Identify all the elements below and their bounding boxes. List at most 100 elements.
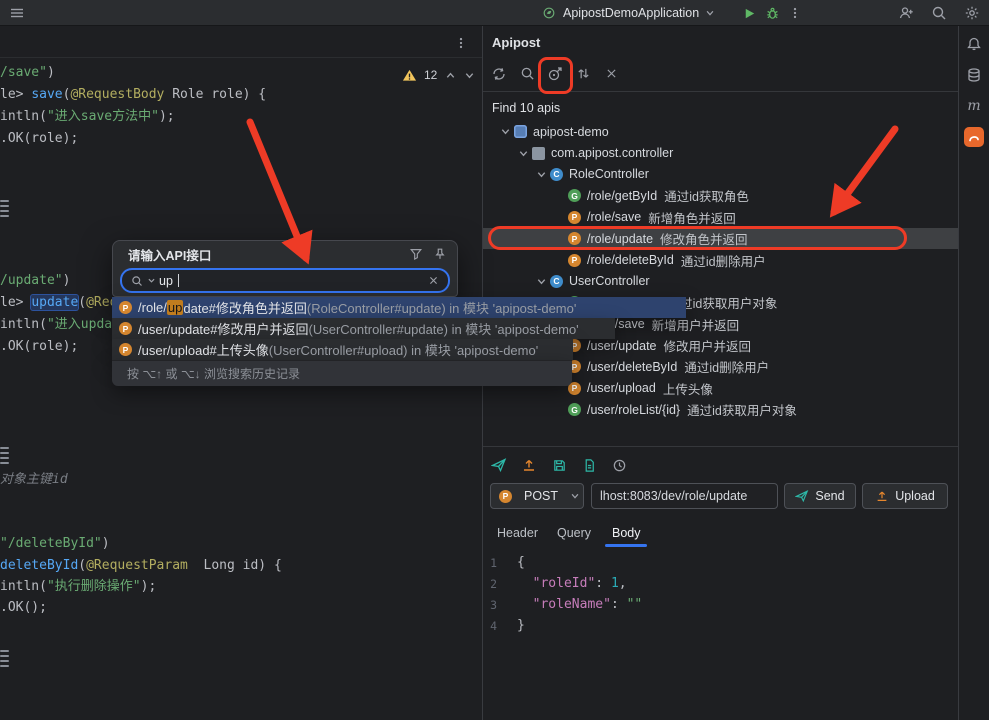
fold-marker[interactable]: [0, 200, 9, 220]
request-bar: P POST Send Upload: [483, 483, 958, 509]
tab-body[interactable]: Body: [612, 526, 641, 540]
chevron-down-icon[interactable]: [147, 272, 155, 290]
document-icon[interactable]: [581, 457, 597, 473]
tree-row-RoleController[interactable]: C RoleController: [483, 164, 958, 185]
chevron-up-icon[interactable]: [444, 66, 456, 84]
url-input[interactable]: [600, 489, 769, 503]
upload-button[interactable]: Upload: [862, 483, 948, 509]
search-result[interactable]: P/user/upload#上传头像 (UserController#uploa…: [112, 339, 573, 360]
history-icon[interactable]: [611, 457, 627, 473]
chevron-down-icon[interactable]: [533, 169, 550, 180]
code-line: 对象主键id: [0, 472, 68, 487]
line-number: 4: [490, 619, 497, 633]
debug-button[interactable]: [763, 4, 781, 22]
api-path: RoleController: [569, 167, 649, 182]
inspections-widget[interactable]: 12: [402, 66, 475, 84]
search-result[interactable]: P/user/update#修改用户并返回 (UserController#up…: [112, 318, 615, 339]
tab-query[interactable]: Query: [557, 526, 591, 540]
package-icon: [532, 146, 545, 160]
apipost-plugin-icon[interactable]: [964, 127, 984, 147]
tree-row-/role/save[interactable]: P/role/save 新增角色并返回: [483, 207, 958, 228]
chevron-down-icon[interactable]: [515, 148, 532, 159]
refresh-icon[interactable]: [491, 66, 507, 82]
upload-icon[interactable]: [521, 457, 537, 473]
tree-row-/user/roleList/{id}[interactable]: G/user/roleList/{id} 通过id获取用户对象: [483, 399, 958, 420]
close-icon[interactable]: [603, 66, 619, 82]
api-path: apipost-demo: [533, 124, 609, 139]
tree-row-com.apipost.controller[interactable]: com.apipost.controller: [483, 142, 958, 163]
chevron-down-icon[interactable]: [463, 66, 475, 84]
warning-count: 12: [424, 68, 438, 82]
method-select[interactable]: P POST: [490, 483, 584, 509]
code-line: /update"): [0, 273, 71, 288]
api-path: /role/save: [587, 210, 642, 225]
search-icon[interactable]: [930, 4, 948, 22]
search-result[interactable]: P/role/up date#修改角色并返回 (RoleController#up…: [112, 297, 686, 318]
settings-icon[interactable]: [963, 4, 981, 22]
clear-icon[interactable]: [427, 274, 440, 287]
tree-row-/role/getById[interactable]: G/role/getById 通过id获取角色: [483, 185, 958, 206]
post-method-icon: P: [568, 210, 581, 224]
pin-icon[interactable]: [432, 247, 447, 262]
request-body-editor[interactable]: 1 {2 "roleId": 1, 3 "roleName": "" 4}: [483, 552, 958, 720]
filter-icon[interactable]: [408, 247, 423, 262]
text-caret: [177, 274, 180, 287]
api-search-popup: 请输入API接口 up P /role/ up date#修改角色并返回 (Ro…: [112, 240, 692, 386]
code-line: .OK();: [0, 600, 47, 615]
search-icon: [130, 274, 143, 287]
search-results: P/role/up date#修改角色并返回 (RoleController#up…: [112, 297, 692, 360]
expand-collapse-icon[interactable]: [575, 66, 591, 82]
code-line: intln("进入save方法中");: [0, 109, 175, 124]
warning-icon: [402, 68, 417, 83]
active-tab-indicator: [605, 544, 647, 547]
request-actions: [491, 452, 627, 478]
chevron-down-icon[interactable]: [497, 126, 514, 137]
search-icon[interactable]: [519, 66, 535, 82]
api-description: 通过id获取角色: [664, 190, 749, 205]
line-number: 1: [490, 556, 497, 570]
send-icon[interactable]: [491, 457, 507, 473]
code-line: deleteById(@RequestParam Long id) {: [0, 558, 282, 573]
notifications-icon[interactable]: [964, 34, 984, 54]
locate-api-icon[interactable]: [547, 66, 563, 82]
api-path: /user/roleList/{id}: [587, 402, 681, 417]
maven-icon[interactable]: m: [964, 96, 984, 116]
tree-row-apipost-demo[interactable]: apipost-demo: [483, 121, 958, 142]
invite-user-icon[interactable]: [897, 4, 915, 22]
more-actions-icon[interactable]: [786, 4, 804, 22]
body-line: {: [517, 555, 525, 570]
module-icon: [514, 125, 527, 139]
run-config-name[interactable]: ApipostDemoApplication: [563, 6, 699, 20]
fold-marker[interactable]: [0, 650, 9, 670]
url-input-wrap: [591, 483, 778, 509]
right-toolbar: m: [958, 26, 989, 720]
code-line: /save"): [0, 65, 55, 80]
post-method-icon: P: [119, 343, 132, 356]
get-method-icon: G: [568, 189, 581, 203]
search-dialog: 请输入API接口 up: [112, 240, 458, 297]
fold-marker[interactable]: [0, 447, 9, 467]
send-label: Send: [815, 489, 845, 503]
code-line: .OK(role);: [0, 339, 79, 354]
popup-title: 请输入API接口: [128, 248, 212, 263]
get-method-icon: G: [568, 403, 581, 417]
database-icon[interactable]: [964, 65, 984, 85]
send-icon: [795, 490, 809, 503]
run-button[interactable]: [740, 4, 758, 22]
post-method-icon: P: [119, 301, 132, 314]
send-button[interactable]: Send: [784, 483, 856, 509]
editor-options-icon[interactable]: [452, 34, 470, 52]
tab-header[interactable]: Header: [497, 526, 538, 540]
panel-separator: [483, 446, 958, 447]
code-line: le> save(@RequestBody Role role) {: [0, 87, 267, 102]
search-value: up: [159, 273, 173, 288]
save-icon[interactable]: [551, 457, 567, 473]
panel-toolbar: [483, 56, 958, 92]
run-widget[interactable]: ApipostDemoApplication: [540, 0, 804, 26]
menu-icon[interactable]: [8, 4, 26, 22]
ide-window: ApipostDemoApplication 12 /save") le> sa…: [0, 0, 989, 720]
api-description: 新增角色并返回: [648, 211, 736, 226]
api-search-input[interactable]: up: [120, 268, 450, 293]
find-apis-text: Find 10 apis: [492, 101, 561, 115]
line-number: 3: [490, 598, 497, 612]
